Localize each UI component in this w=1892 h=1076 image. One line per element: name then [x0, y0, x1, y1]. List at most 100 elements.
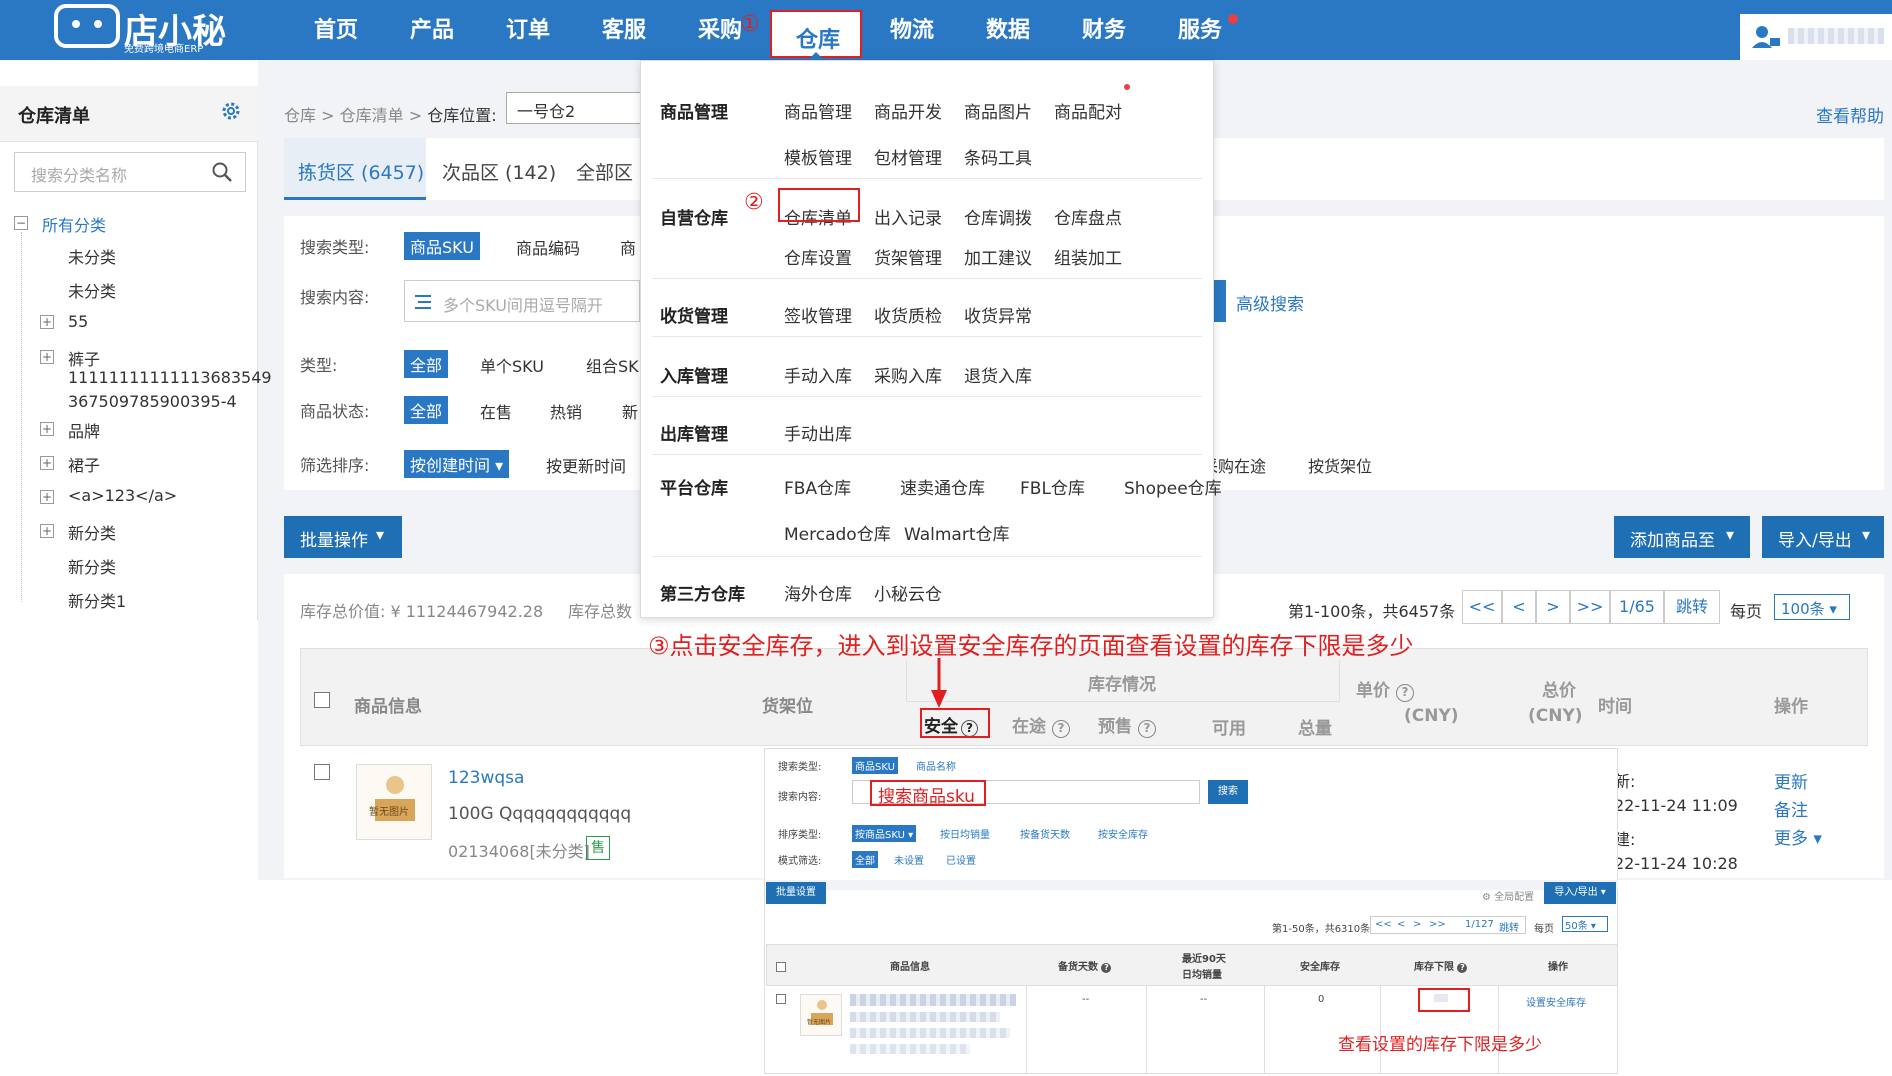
- nav-products[interactable]: 产品: [410, 12, 454, 44]
- emb-global-config[interactable]: ⚙ 全局配置: [1482, 888, 1534, 903]
- menu-item[interactable]: 收货异常: [964, 302, 1032, 327]
- emb-import-export-button[interactable]: 导入/导出 ▾: [1544, 882, 1616, 904]
- menu-item[interactable]: 仓库设置: [784, 244, 852, 269]
- per-page-select[interactable]: 100条 ▾: [1774, 594, 1850, 620]
- emb-select-all[interactable]: [776, 962, 786, 972]
- emb-sort-safe[interactable]: 按安全库存: [1098, 826, 1148, 841]
- op-note-link[interactable]: 备注: [1774, 796, 1808, 821]
- tree-item[interactable]: 裤子: [68, 346, 100, 370]
- emb-thumbnail[interactable]: 暂无图片: [800, 994, 842, 1036]
- tab-all[interactable]: 全部区 (: [576, 158, 646, 185]
- nav-data[interactable]: 数据: [986, 12, 1030, 44]
- search-type-more[interactable]: 商: [620, 235, 636, 259]
- emb-type-sku[interactable]: 商品SKU: [852, 757, 898, 774]
- expand-icon[interactable]: +: [40, 315, 54, 329]
- menu-item[interactable]: 手动出库: [784, 420, 852, 445]
- expand-icon[interactable]: +: [40, 350, 54, 364]
- tree-item[interactable]: 新分类: [68, 520, 116, 544]
- tree-item[interactable]: 裙子: [68, 452, 100, 476]
- tree-item[interactable]: 新分类1: [68, 588, 126, 612]
- emb-batch-button[interactable]: 批量设置: [766, 882, 826, 904]
- tree-item[interactable]: <a>123</a>: [68, 486, 177, 505]
- import-export-button[interactable]: 导入/导出 ▾: [1762, 516, 1884, 558]
- emb-next-page[interactable]: >: [1413, 919, 1421, 930]
- search-icon[interactable]: [211, 161, 233, 183]
- menu-item[interactable]: 手动入库: [784, 362, 852, 387]
- nav-logistics[interactable]: 物流: [890, 12, 934, 44]
- menu-item[interactable]: 采购入库: [874, 362, 942, 387]
- menu-item[interactable]: 退货入库: [964, 362, 1032, 387]
- menu-item[interactable]: 加工建议: [964, 244, 1032, 269]
- menu-item[interactable]: 包材管理: [874, 144, 942, 169]
- breadcrumb-warehouse[interactable]: 仓库: [284, 106, 316, 125]
- tab-defective[interactable]: 次品区 (142): [442, 158, 556, 185]
- menu-item[interactable]: 商品配对: [1054, 98, 1122, 123]
- expand-icon[interactable]: +: [40, 456, 54, 470]
- row-checkbox[interactable]: [314, 764, 330, 780]
- tree-item[interactable]: 未分类: [68, 278, 116, 302]
- page-indicator[interactable]: 1/65: [1610, 590, 1664, 624]
- advanced-search-link[interactable]: 高级搜索: [1236, 290, 1304, 315]
- warehouse-select[interactable]: 一号仓2: [506, 92, 642, 124]
- emb-per-page-select[interactable]: 50条 ▾: [1562, 916, 1608, 932]
- product-thumbnail[interactable]: 暂无图片: [356, 764, 432, 840]
- menu-item[interactable]: FBL仓库: [1020, 474, 1085, 499]
- tab-picking[interactable]: 拣货区 (6457): [284, 138, 426, 200]
- menu-item[interactable]: 货架管理: [874, 244, 942, 269]
- gear-icon[interactable]: [220, 100, 242, 122]
- menu-item[interactable]: 模板管理: [784, 144, 852, 169]
- menu-item[interactable]: 组装加工: [1054, 244, 1122, 269]
- emb-set-safe-link[interactable]: 设置安全库存: [1526, 994, 1586, 1009]
- search-content-input[interactable]: 多个SKU间用逗号隔开: [404, 280, 640, 322]
- emb-type-name[interactable]: 商品名称: [916, 758, 956, 773]
- menu-item[interactable]: 条码工具: [964, 144, 1032, 169]
- menu-item[interactable]: Walmart仓库: [904, 520, 1010, 545]
- emb-mode-all[interactable]: 全部: [852, 851, 878, 868]
- tree-item[interactable]: 新分类: [68, 554, 116, 578]
- emb-sort-days[interactable]: 按备货天数: [1020, 826, 1070, 841]
- emb-first-page[interactable]: <<: [1375, 919, 1392, 930]
- menu-item[interactable]: 海外仓库: [784, 580, 852, 605]
- emb-sort-daily[interactable]: 按日均销量: [940, 826, 990, 841]
- jump-button[interactable]: 跳转: [1664, 590, 1720, 624]
- nav-orders[interactable]: 订单: [506, 12, 550, 44]
- emb-mode-set[interactable]: 已设置: [946, 852, 976, 867]
- select-all-checkbox[interactable]: [314, 692, 330, 708]
- emb-last-page[interactable]: >>: [1429, 919, 1446, 930]
- emb-pager[interactable]: << < > >> 1/127 跳转: [1370, 916, 1526, 934]
- status-on-sale[interactable]: 在售: [480, 399, 512, 423]
- kind-single[interactable]: 单个SKU: [480, 353, 544, 377]
- menu-item[interactable]: 出入记录: [874, 204, 942, 229]
- menu-item[interactable]: Mercado仓库: [784, 520, 891, 545]
- emb-sort-sku[interactable]: 按商品SKU ▾: [852, 825, 917, 842]
- emb-help-icon[interactable]: ?: [1457, 963, 1468, 973]
- nav-services[interactable]: 服务: [1178, 12, 1222, 44]
- menu-item[interactable]: FBA仓库: [784, 474, 851, 499]
- emb-row-checkbox[interactable]: [776, 994, 786, 1004]
- tree-item[interactable]: 品牌: [68, 418, 100, 442]
- prev-page-button[interactable]: <: [1502, 590, 1536, 624]
- menu-item[interactable]: 商品图片: [964, 98, 1032, 123]
- user-menu[interactable]: [1740, 14, 1892, 60]
- nav-warehouse[interactable]: 仓库: [770, 10, 862, 58]
- first-page-button[interactable]: <<: [1462, 590, 1502, 624]
- op-more-link[interactable]: 更多 ▾: [1774, 824, 1822, 849]
- add-to-button[interactable]: 添加商品至 ▾: [1614, 516, 1750, 558]
- menu-item[interactable]: 商品开发: [874, 98, 942, 123]
- nav-finance[interactable]: 财务: [1082, 12, 1126, 44]
- robot-logo-icon[interactable]: [54, 4, 120, 48]
- next-page-button[interactable]: >: [1536, 590, 1570, 624]
- tree-item[interactable]: 55: [68, 312, 88, 331]
- collapse-icon[interactable]: −: [14, 216, 28, 230]
- menu-item[interactable]: 小秘云仓: [874, 580, 942, 605]
- emb-help-icon[interactable]: ?: [1101, 963, 1112, 973]
- category-search-input[interactable]: 搜索分类名称: [14, 152, 246, 192]
- op-update-link[interactable]: 更新: [1774, 768, 1808, 793]
- nav-purchase[interactable]: 采购: [698, 12, 742, 44]
- kind-combo[interactable]: 组合SK: [586, 353, 639, 377]
- status-all[interactable]: 全部: [404, 396, 449, 424]
- emb-prev-page[interactable]: <: [1397, 919, 1405, 930]
- search-type-sku[interactable]: 商品SKU: [404, 232, 480, 260]
- status-hot[interactable]: 热销: [550, 399, 582, 423]
- sort-by-create[interactable]: 按创建时间 ▾: [404, 450, 510, 478]
